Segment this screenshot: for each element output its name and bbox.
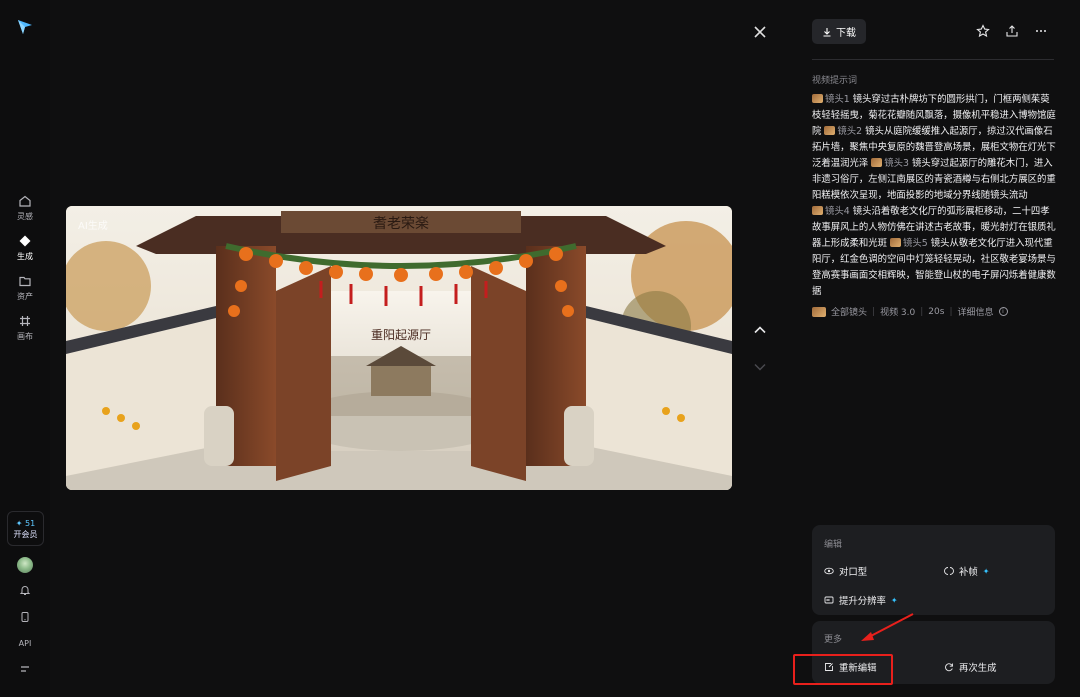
detail-panel: 下载 视频提示词 镜头1 镜头穿过古朴牌坊下的圆形拱门，门框两侧茱萸枝轻轻摇曳，… xyxy=(796,0,1080,697)
share-icon[interactable] xyxy=(1005,24,1019,38)
diamond-icon xyxy=(19,235,31,247)
info-icon[interactable]: i xyxy=(998,307,1008,316)
shot-tag-label: 镜头2 xyxy=(837,126,863,137)
chevron-up-icon[interactable] xyxy=(752,322,768,338)
hd-icon xyxy=(824,596,834,604)
shot-tag[interactable]: 镜头2 xyxy=(824,126,862,137)
annotation-arrow xyxy=(861,613,914,641)
grid-icon xyxy=(20,316,30,326)
bell-icon xyxy=(19,586,31,595)
annotation-highlight-box xyxy=(793,654,893,685)
rail-item-label: 资产 xyxy=(17,292,33,301)
notification-button[interactable] xyxy=(0,584,50,598)
meta-separator: | xyxy=(872,306,876,317)
meta-separator: | xyxy=(949,306,953,317)
frame-fill-label: 补帧 xyxy=(959,567,978,578)
phone-icon xyxy=(21,612,29,622)
details-link[interactable]: 详细信息 xyxy=(958,305,994,318)
meta-separator: | xyxy=(920,306,924,317)
lip-sync-label: 对口型 xyxy=(839,567,868,578)
all-shots-link[interactable]: 全部镜头 xyxy=(831,305,867,318)
api-link[interactable]: API xyxy=(0,639,50,648)
shot-thumbnail xyxy=(824,126,836,135)
star-icon[interactable] xyxy=(976,24,990,38)
download-icon xyxy=(823,27,831,37)
shot-tag-label: 镜头3 xyxy=(884,158,909,169)
download-button[interactable]: 下载 xyxy=(812,19,866,44)
divider xyxy=(812,59,1054,60)
upscale-button[interactable]: 提升分辨率 ✦ xyxy=(824,593,898,607)
sparkle-icon: ✦ xyxy=(890,595,898,605)
menu-icon xyxy=(21,666,29,672)
eye-icon xyxy=(824,567,834,575)
more-card-title: 更多 xyxy=(824,635,843,645)
sparkle-icon: ✦ xyxy=(982,566,990,576)
shot-tag[interactable]: 镜头4 xyxy=(812,206,850,217)
shot-tag-label: 镜头1 xyxy=(825,94,850,105)
generated-video-preview[interactable]: 重阳起源厅 耆老荣楽 xyxy=(66,206,732,490)
refresh-icon xyxy=(945,663,953,672)
rail-item-canvas[interactable]: 画布 xyxy=(0,314,50,342)
more-icon[interactable] xyxy=(1034,24,1048,38)
all-shots-thumbnail xyxy=(812,306,826,317)
rail-item-label: 画布 xyxy=(17,332,33,341)
rail-item-label: 生成 xyxy=(17,252,33,261)
rail-item-label: 灵感 xyxy=(17,212,33,221)
prompt-section-title: 视频提示词 xyxy=(812,76,858,86)
shot-tag[interactable]: 镜头1 xyxy=(812,94,850,105)
regenerate-button[interactable]: 再次生成 xyxy=(944,660,997,674)
app-logo-icon[interactable] xyxy=(16,17,34,35)
museum-gate-image: 重阳起源厅 耆老荣楽 xyxy=(66,206,732,490)
prompt-text: 镜头1 镜头穿过古朴牌坊下的圆形拱门，门框两侧茱萸枝轻轻摇曳，菊花花瓣随风飘落，… xyxy=(812,92,1056,300)
folder-icon xyxy=(19,276,31,287)
vip-label: 开会员 xyxy=(13,530,38,539)
hall-sign-text: 重阳起源厅 xyxy=(371,328,431,342)
home-icon xyxy=(19,195,31,207)
rail-item-inspiration[interactable]: 灵感 xyxy=(0,194,50,222)
duration-label: 20s xyxy=(928,306,945,317)
vip-button[interactable]: ✦ 51 开会员 xyxy=(7,511,44,546)
shot-thumbnail xyxy=(871,158,883,167)
avatar[interactable] xyxy=(17,557,33,573)
shot-tag-label: 镜头4 xyxy=(825,206,850,217)
lip-sync-button[interactable]: 对口型 xyxy=(824,564,867,578)
frame-fill-icon xyxy=(944,567,954,575)
ai-watermark: AI生成 xyxy=(78,221,108,232)
shot-tag[interactable]: 镜头3 xyxy=(871,158,909,169)
left-rail: 灵感 生成 资产 画布 ✦ 51 开会员 API xyxy=(0,0,50,697)
shot-thumbnail xyxy=(890,238,901,247)
menu-button[interactable] xyxy=(0,663,50,677)
vip-points: ✦ 51 xyxy=(15,519,36,528)
shot-tag-label: 镜头5 xyxy=(903,238,928,249)
regenerate-label: 再次生成 xyxy=(959,663,997,674)
upscale-label: 提升分辨率 xyxy=(839,596,886,607)
rail-item-generate[interactable]: 生成 xyxy=(0,234,50,262)
edit-card-title: 编辑 xyxy=(824,540,843,550)
rail-item-assets[interactable]: 资产 xyxy=(0,274,50,302)
model-label: 视频 3.0 xyxy=(880,308,916,318)
edit-card: 编辑 对口型 补帧 ✦ 提升分辨率 ✦ xyxy=(812,525,1055,615)
frame-fill-button[interactable]: 补帧 ✦ xyxy=(944,564,989,578)
shot-tag[interactable]: 镜头5 xyxy=(890,238,928,249)
close-icon[interactable] xyxy=(752,24,768,40)
shot-thumbnail xyxy=(812,94,823,103)
gate-sign-text: 耆老荣楽 xyxy=(373,216,429,232)
generation-meta: 全部镜头 | 视频 3.0 | 20s | 详细信息 i xyxy=(812,305,1008,318)
chevron-down-icon[interactable] xyxy=(752,359,768,375)
shot-thumbnail xyxy=(812,206,823,215)
download-label: 下载 xyxy=(836,28,856,39)
mobile-app-button[interactable] xyxy=(0,611,50,625)
